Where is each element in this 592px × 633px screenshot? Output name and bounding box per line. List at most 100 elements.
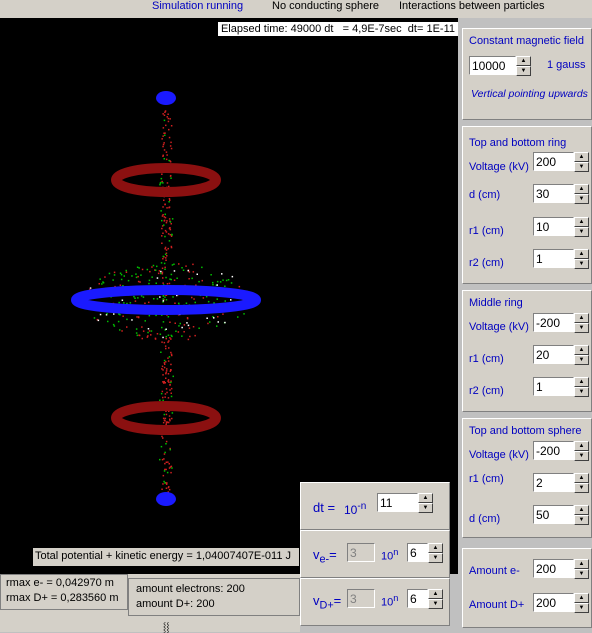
dt-exponent-input[interactable] — [377, 493, 418, 512]
down-arrow-icon[interactable]: ▼ — [574, 162, 589, 172]
middle-ring — [71, 285, 261, 315]
interactions-label[interactable]: Interactions between particles — [399, 0, 545, 12]
ring-r1-arrows[interactable]: ▲ ▼ — [574, 217, 589, 238]
down-arrow-icon[interactable]: ▼ — [428, 599, 443, 609]
down-arrow-icon[interactable]: ▼ — [574, 483, 589, 493]
velocity-d-mantissa-input[interactable] — [347, 589, 375, 608]
sphere-mode-label[interactable]: No conducting sphere — [272, 0, 379, 12]
particle — [168, 227, 171, 229]
down-arrow-icon[interactable]: ▼ — [574, 515, 589, 525]
down-arrow-icon[interactable]: ▼ — [574, 451, 589, 461]
down-arrow-icon[interactable]: ▼ — [516, 66, 531, 76]
down-arrow-icon[interactable]: ▼ — [574, 259, 589, 269]
amount-d-input[interactable] — [533, 593, 574, 612]
ring-r2-label: r2 (cm) — [469, 257, 504, 269]
middle-r2-input[interactable] — [533, 377, 574, 396]
amount-e-input[interactable] — [533, 559, 574, 578]
ring-voltage-input[interactable] — [533, 152, 574, 171]
down-arrow-icon[interactable]: ▼ — [574, 355, 589, 365]
ring-d-arrows[interactable]: ▲ ▼ — [574, 184, 589, 205]
up-arrow-icon[interactable]: ▲ — [574, 249, 589, 259]
ring-r2-input[interactable] — [533, 249, 574, 268]
sphere-voltage-stepper[interactable]: ▲▼ — [533, 441, 589, 462]
ring-voltage-stepper[interactable]: ▲▼ — [533, 152, 589, 173]
up-arrow-icon[interactable]: ▲ — [574, 441, 589, 451]
ring-r2-stepper[interactable]: ▲▼ — [533, 249, 589, 270]
status-bar: Simulation running No conducting sphere … — [0, 0, 592, 18]
particle — [162, 421, 165, 424]
ring-d-input[interactable] — [533, 184, 574, 203]
down-arrow-icon[interactable]: ▼ — [574, 387, 589, 397]
up-arrow-icon[interactable]: ▲ — [574, 377, 589, 387]
dt-power-base: 10 — [344, 503, 358, 517]
sphere-d-stepper[interactable]: ▲▼ — [533, 505, 589, 526]
amount-d-arrows[interactable]: ▲ ▼ — [574, 593, 589, 614]
middle-r2-stepper[interactable]: ▲▼ — [533, 377, 589, 398]
up-arrow-icon[interactable]: ▲ — [574, 505, 589, 515]
middle-voltage-stepper[interactable]: ▲▼ — [533, 313, 589, 334]
sphere-d-input[interactable] — [533, 505, 574, 524]
down-arrow-icon[interactable]: ▼ — [428, 553, 443, 563]
middle-r1-input[interactable] — [533, 345, 574, 364]
down-arrow-icon[interactable]: ▼ — [418, 503, 433, 513]
sphere-voltage-input[interactable] — [533, 441, 574, 460]
dt-exponent-arrows[interactable]: ▲ ▼ — [418, 493, 433, 514]
sphere-d-arrows[interactable]: ▲ ▼ — [574, 505, 589, 526]
velocity-d-exponent-input[interactable] — [407, 589, 428, 608]
particle — [163, 142, 165, 144]
down-arrow-icon[interactable]: ▼ — [574, 227, 589, 237]
velocity-e-exponent-input[interactable] — [407, 543, 428, 562]
up-arrow-icon[interactable]: ▲ — [418, 493, 433, 503]
up-arrow-icon[interactable]: ▲ — [574, 593, 589, 603]
middle-voltage-arrows[interactable]: ▲ ▼ — [574, 313, 589, 334]
sphere-voltage-arrows[interactable]: ▲ ▼ — [574, 441, 589, 462]
middle-voltage-input[interactable] — [533, 313, 574, 332]
velocity-e-mantissa[interactable] — [347, 543, 375, 564]
velocity-d-mantissa[interactable] — [347, 589, 375, 610]
up-arrow-icon[interactable]: ▲ — [574, 152, 589, 162]
middle-r1-arrows[interactable]: ▲ ▼ — [574, 345, 589, 366]
up-arrow-icon[interactable]: ▲ — [516, 56, 531, 66]
velocity-e-exponent-stepper[interactable]: ▲▼ — [407, 543, 443, 564]
sphere-r1-stepper[interactable]: ▲▼ — [533, 473, 589, 494]
dt-exponent-stepper[interactable]: ▲▼ — [377, 493, 433, 514]
particle — [189, 335, 191, 338]
particle — [171, 335, 173, 338]
amount-e-stepper[interactable]: ▲▼ — [533, 559, 589, 580]
velocity-e-mantissa-input[interactable] — [347, 543, 375, 562]
magnetic-field-arrows[interactable]: ▲ ▼ — [516, 56, 531, 77]
ring-voltage-arrows[interactable]: ▲ ▼ — [574, 152, 589, 173]
up-arrow-icon[interactable]: ▲ — [574, 473, 589, 483]
up-arrow-icon[interactable]: ▲ — [574, 217, 589, 227]
velocity-e-arrows[interactable]: ▲ ▼ — [428, 543, 443, 564]
up-arrow-icon[interactable]: ▲ — [428, 543, 443, 553]
velocity-d-arrows[interactable]: ▲ ▼ — [428, 589, 443, 610]
down-arrow-icon[interactable]: ▼ — [574, 569, 589, 579]
up-arrow-icon[interactable]: ▲ — [574, 559, 589, 569]
particle — [164, 229, 167, 232]
ring-r1-stepper[interactable]: ▲▼ — [533, 217, 589, 238]
simulation-running-label[interactable]: Simulation running — [152, 0, 243, 12]
up-arrow-icon[interactable]: ▲ — [574, 313, 589, 323]
up-arrow-icon[interactable]: ▲ — [574, 184, 589, 194]
down-arrow-icon[interactable]: ▼ — [574, 323, 589, 333]
down-arrow-icon[interactable]: ▼ — [574, 603, 589, 613]
particle — [169, 278, 171, 280]
sphere-r1-arrows[interactable]: ▲ ▼ — [574, 473, 589, 494]
sphere-r1-input[interactable] — [533, 473, 574, 492]
middle-r2-arrows[interactable]: ▲ ▼ — [574, 377, 589, 398]
amount-d-stepper[interactable]: ▲▼ — [533, 593, 589, 614]
velocity-d-exponent-stepper[interactable]: ▲▼ — [407, 589, 443, 610]
ring-r1-input[interactable] — [533, 217, 574, 236]
particle — [163, 341, 166, 344]
resize-grip-icon[interactable]: ⸾⸾ — [163, 620, 169, 633]
amount-e-arrows[interactable]: ▲ ▼ — [574, 559, 589, 580]
middle-r1-stepper[interactable]: ▲▼ — [533, 345, 589, 366]
ring-d-stepper[interactable]: ▲▼ — [533, 184, 589, 205]
ring-r2-arrows[interactable]: ▲ ▼ — [574, 249, 589, 270]
up-arrow-icon[interactable]: ▲ — [574, 345, 589, 355]
down-arrow-icon[interactable]: ▼ — [574, 194, 589, 204]
magnetic-field-stepper[interactable]: ▲▼ — [469, 56, 531, 77]
up-arrow-icon[interactable]: ▲ — [428, 589, 443, 599]
magnetic-field-input[interactable] — [469, 56, 516, 75]
